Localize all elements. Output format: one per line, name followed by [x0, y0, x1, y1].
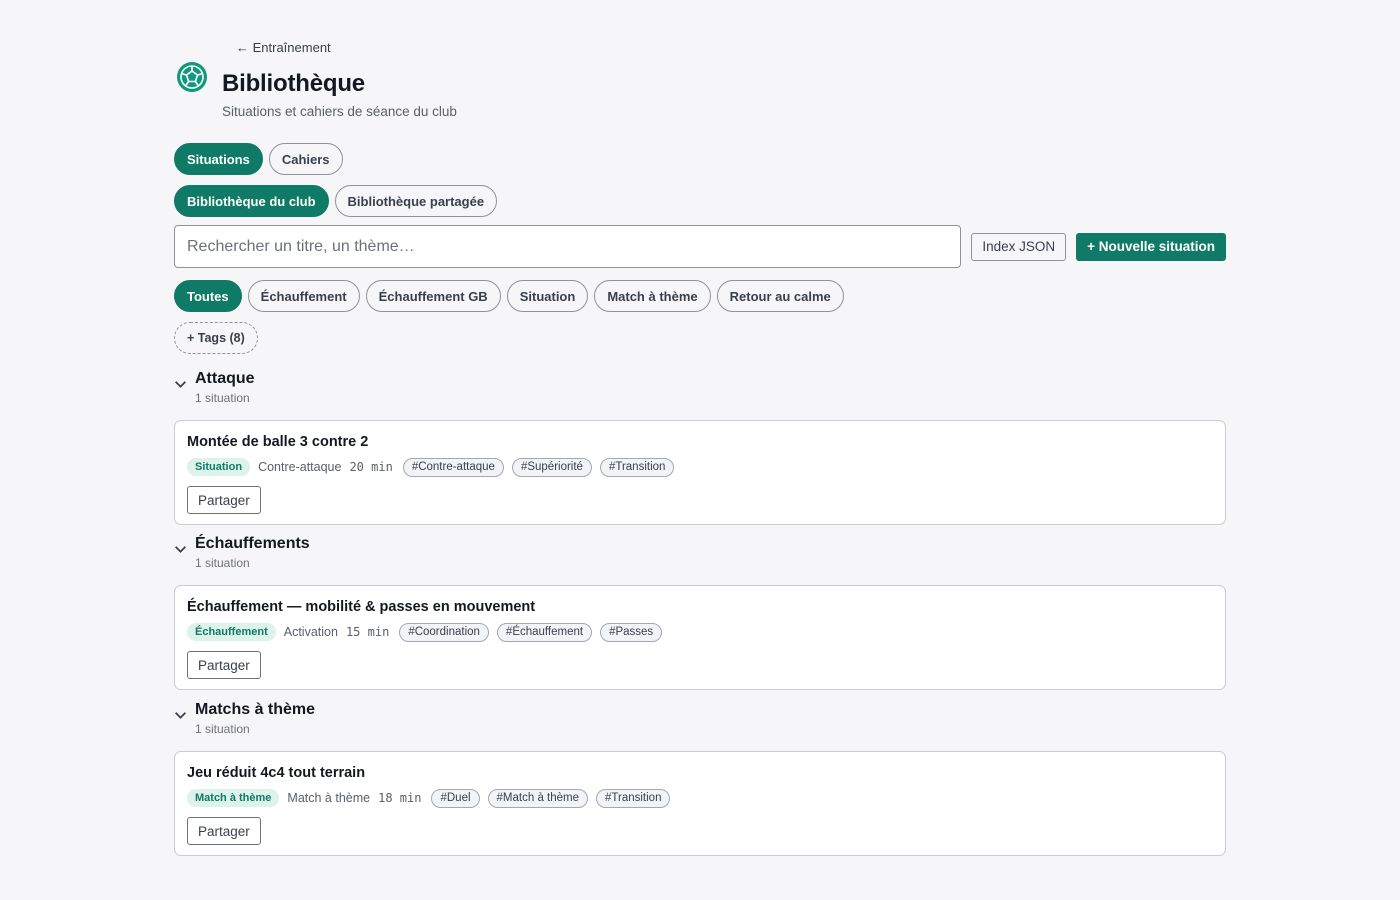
- situation-title: Échauffement — mobilité & passes en mouv…: [187, 599, 536, 615]
- section-count: 1 situation: [195, 722, 250, 736]
- tag-chip: #Duel: [431, 788, 480, 808]
- filter-situation[interactable]: Situation: [506, 280, 589, 312]
- share-button[interactable]: Partager: [187, 651, 261, 679]
- situation-theme: Match à thème: [287, 791, 371, 805]
- situation-meta: Situation Contre-attaque 20 min #Contre-…: [187, 457, 1213, 477]
- tag-chip: #Passes: [600, 622, 663, 642]
- situation-card[interactable]: Montée de balle 3 contre 2 Situation Con…: [174, 420, 1226, 525]
- situation-duration: 15 min: [345, 625, 390, 639]
- page-subtitle: Situations et cahiers de séance du club: [222, 104, 457, 119]
- section-header[interactable]: Matchs à thème 1 situation: [174, 700, 315, 737]
- category-filters: Toutes Échauffement Échauffement GB Situ…: [174, 280, 844, 312]
- tag-chip: #Supériorité: [511, 457, 592, 477]
- tab-situations[interactable]: Situations: [174, 143, 263, 175]
- category-badge: Match à thème: [187, 789, 280, 807]
- share-button[interactable]: Partager: [187, 486, 261, 514]
- category-badge: Échauffement: [187, 623, 276, 641]
- section-title: Matchs à thème: [195, 701, 316, 718]
- tags-filter-button[interactable]: + Tags (8): [174, 322, 258, 354]
- view-tabs: Situations Cahiers: [174, 143, 343, 175]
- library-tabs: Bibliothèque du club Bibliothèque partag…: [174, 185, 498, 217]
- chevron-down-icon[interactable]: [174, 543, 187, 556]
- situation-meta: Échauffement Activation 15 min #Coordina…: [187, 622, 1213, 642]
- tab-shared-library[interactable]: Bibliothèque partagée: [334, 185, 498, 217]
- section-header[interactable]: Attaque 1 situation: [174, 369, 255, 406]
- situation-card[interactable]: Jeu réduit 4c4 tout terrain Match à thèm…: [174, 751, 1226, 856]
- tag-chip: #Transition: [599, 457, 675, 477]
- tag-chip: #Échauffement: [496, 622, 593, 642]
- situation-card[interactable]: Échauffement — mobilité & passes en mouv…: [174, 585, 1226, 690]
- situation-title: Montée de balle 3 contre 2: [187, 434, 369, 450]
- tab-club-library[interactable]: Bibliothèque du club: [174, 185, 329, 217]
- chevron-down-icon[interactable]: [174, 709, 187, 722]
- search-row: Index JSON + Nouvelle situation: [174, 225, 1226, 268]
- filter-match-a-theme[interactable]: Match à thème: [594, 280, 711, 312]
- page-title: Bibliothèque: [222, 70, 365, 97]
- filter-echauffement[interactable]: Échauffement: [247, 280, 360, 312]
- section-title: Échauffements: [195, 535, 310, 552]
- section-title: Attaque: [195, 370, 255, 387]
- chevron-down-icon[interactable]: [174, 378, 187, 391]
- handball-logo-icon: [177, 62, 207, 92]
- tag-chip: #Match à thème: [487, 788, 588, 808]
- tab-cahiers[interactable]: Cahiers: [268, 143, 343, 175]
- tag-chip: #Contre-attaque: [402, 457, 504, 477]
- situation-duration: 20 min: [349, 460, 393, 474]
- new-situation-button[interactable]: + Nouvelle situation: [1076, 232, 1226, 261]
- category-badge: Situation: [187, 458, 251, 476]
- share-button[interactable]: Partager: [187, 817, 261, 845]
- situation-meta: Match à thème Match à thème 18 min #Duel…: [187, 788, 1213, 808]
- situation-theme: Contre-attaque: [258, 460, 342, 474]
- section-count: 1 situation: [195, 556, 250, 570]
- situation-title: Jeu réduit 4c4 tout terrain: [187, 765, 366, 781]
- tags-row: + Tags (8): [174, 322, 258, 354]
- situation-duration: 18 min: [378, 791, 422, 805]
- section-count: 1 situation: [195, 391, 250, 405]
- index-json-button[interactable]: Index JSON: [971, 232, 1067, 261]
- situation-theme: Activation: [283, 625, 338, 639]
- filter-retour-au-calme[interactable]: Retour au calme: [716, 280, 844, 312]
- filter-toutes[interactable]: Toutes: [174, 280, 242, 312]
- search-input[interactable]: [174, 225, 962, 268]
- section-header[interactable]: Échauffements 1 situation: [174, 534, 310, 571]
- back-link[interactable]: ← Entraînement: [236, 40, 331, 55]
- filter-echauffement-gb[interactable]: Échauffement GB: [365, 280, 501, 312]
- tag-chip: #Coordination: [399, 622, 489, 642]
- tag-chip: #Transition: [596, 788, 671, 808]
